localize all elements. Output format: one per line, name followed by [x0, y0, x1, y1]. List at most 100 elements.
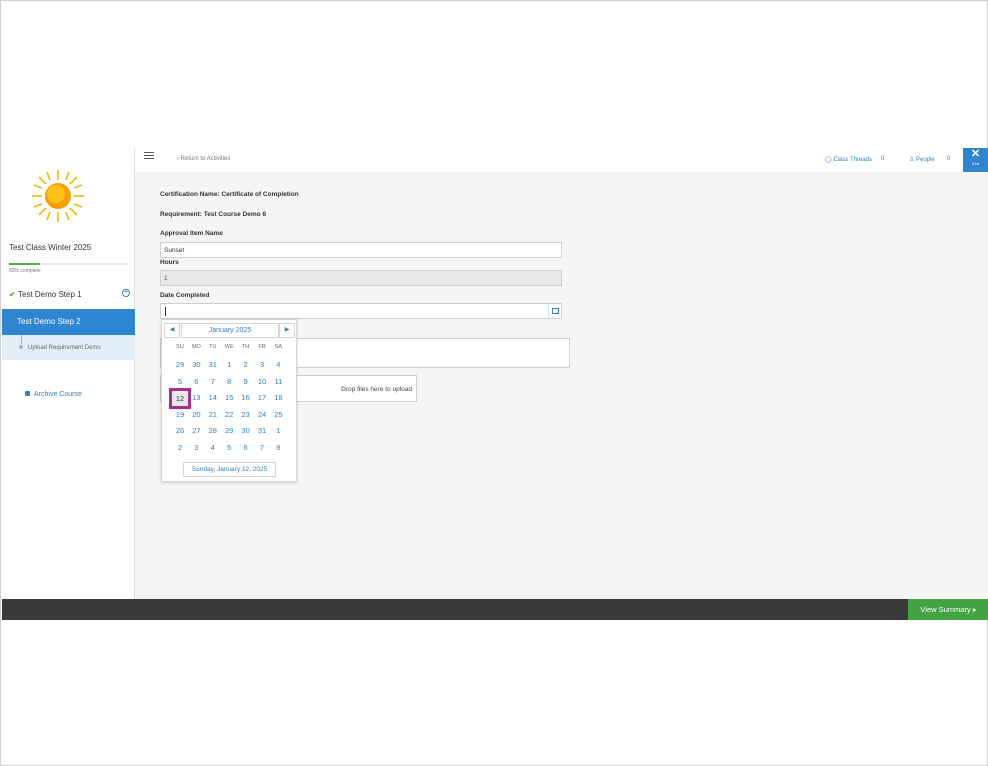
requirement-name: Requirement: Test Course Demo 6 [160, 211, 267, 218]
calendar-day[interactable]: 4 [205, 441, 221, 455]
sidebar-item-step-2[interactable]: Test Demo Step 2 [2, 309, 135, 335]
calendar-day[interactable]: 24 [254, 408, 270, 422]
weekday-label: FR [258, 344, 266, 350]
calendar-day[interactable]: 1 [221, 358, 237, 372]
hours-label: Hours [160, 259, 179, 266]
tree-line [21, 335, 22, 344]
check-icon: ✔ [9, 290, 16, 299]
menu-icon[interactable] [144, 152, 154, 160]
calendar-day[interactable]: 19 [172, 408, 188, 422]
calendar-day[interactable]: 11 [270, 375, 286, 389]
calendar-day[interactable]: 27 [188, 424, 204, 438]
sidebar-item-label: Test Demo Step 1 [18, 290, 82, 299]
calendar-day[interactable]: 6 [238, 441, 254, 455]
today-button[interactable]: Sunday, January 12, 2025 [183, 462, 276, 477]
top-bar: ‹ Return to Activities ◯ Class Threads 0… [135, 148, 988, 172]
weekday-label: SU [176, 344, 184, 350]
caret-right-icon: ▸ [972, 605, 977, 614]
calendar-day[interactable]: 26 [172, 424, 188, 438]
calendar-day[interactable]: 31 [205, 358, 221, 372]
calendar-day[interactable]: 20 [188, 408, 204, 422]
calendar-day[interactable]: 31 [254, 424, 270, 438]
exit-label: Exit [972, 161, 979, 166]
return-to-activities-link[interactable]: ‹ Return to Activities [177, 156, 230, 162]
archive-course-link[interactable]: Archive Course [25, 391, 82, 398]
caret-right-icon: ▶ [284, 327, 290, 333]
exit-button[interactable]: ✕ Exit [963, 148, 988, 172]
calendar-day[interactable]: 13 [188, 391, 204, 405]
calendar-day[interactable]: 17 [254, 391, 270, 405]
approval-item-input[interactable]: Sunset [160, 242, 562, 258]
calendar-day[interactable]: 29 [172, 358, 188, 372]
calendar-day[interactable]: 7 [205, 375, 221, 389]
sidebar-subitem-label: Upload Requirement Demo [28, 345, 101, 351]
weekday-label: TU [209, 344, 217, 350]
sidebar-item-label: Test Demo Step 2 [17, 317, 81, 326]
hours-input[interactable]: 1 [160, 270, 562, 286]
expand-icon[interactable]: + [122, 289, 130, 297]
course-title: Test Class Winter 2025 [9, 243, 92, 252]
calendar-day[interactable]: 5 [172, 375, 188, 389]
sun-icon [32, 170, 84, 222]
calendar-day[interactable]: 9 [238, 375, 254, 389]
people-link[interactable]: ♙ People [909, 156, 935, 163]
calendar-day[interactable]: 30 [238, 424, 254, 438]
calendar-day[interactable]: 3 [188, 441, 204, 455]
calendar-day[interactable]: 16 [238, 391, 254, 405]
weekday-label: TH [241, 344, 250, 350]
view-summary-button[interactable]: View Summary ▸ [908, 599, 988, 620]
caret-left-icon: ◀ [169, 327, 175, 333]
class-threads-link[interactable]: ◯ Class Threads [825, 156, 872, 163]
calendar-day[interactable]: 21 [205, 408, 221, 422]
class-threads-label: Class Threads [833, 157, 872, 163]
sidebar-subitem-upload-requirement[interactable]: Upload Requirement Demo [2, 335, 135, 360]
date-completed-input[interactable] [160, 303, 562, 319]
next-month-button[interactable]: ▶ [279, 323, 295, 338]
app-window: Test Class Winter 2025 50% complete ✔ Te… [0, 0, 988, 766]
sidebar: Test Class Winter 2025 50% complete ✔ Te… [2, 148, 135, 599]
calendar-day[interactable]: 22 [221, 408, 237, 422]
calendar-day[interactable]: 7 [254, 441, 270, 455]
weekday-label: MO [191, 344, 201, 350]
calendar-icon[interactable] [548, 305, 560, 317]
calendar-day[interactable]: 1 [270, 424, 286, 438]
calendar-day[interactable]: 23 [238, 408, 254, 422]
calendar-day[interactable]: 18 [270, 391, 286, 405]
calendar-day[interactable]: 4 [270, 358, 286, 372]
dropzone-text: Drop files here to upload [341, 386, 412, 393]
people-label: People [916, 157, 935, 163]
calendar-day[interactable]: 8 [221, 375, 237, 389]
class-threads-count: 0 [881, 156, 885, 162]
calendar-day[interactable]: 30 [188, 358, 204, 372]
calendar-day[interactable]: 5 [221, 441, 237, 455]
progress-bar [9, 263, 127, 265]
month-title-button[interactable]: January 2025 [181, 323, 279, 338]
close-icon: ✕ [970, 148, 981, 160]
footer-bar: View Summary ▸ [2, 599, 988, 620]
calendar-day[interactable]: 2 [238, 358, 254, 372]
calendar-day[interactable]: 10 [254, 375, 270, 389]
calendar-day[interactable]: 15 [221, 391, 237, 405]
calendar-day[interactable]: 14 [205, 391, 221, 405]
calendar-day[interactable]: 28 [205, 424, 221, 438]
calendar-day[interactable]: 29 [221, 424, 237, 438]
calendar-day[interactable]: 25 [270, 408, 286, 422]
text-cursor [165, 307, 166, 316]
calendar-day[interactable]: 6 [188, 375, 204, 389]
prev-month-button[interactable]: ◀ [164, 323, 180, 338]
return-label: Return to Activities [180, 156, 231, 162]
approval-item-label: Approval Item Name [160, 230, 223, 237]
people-count: 0 [947, 156, 951, 162]
calendar-day[interactable]: 8 [270, 441, 286, 455]
calendar-day[interactable]: 2 [172, 441, 188, 455]
progress-text: 50% complete [9, 268, 41, 274]
calendar-day[interactable]: 3 [254, 358, 270, 372]
sidebar-item-step-1[interactable]: ✔ Test Demo Step 1 + [2, 286, 135, 304]
weekday-label: SA [274, 344, 283, 350]
archive-course-label: Archive Course [34, 391, 82, 398]
person-icon: ♙ [909, 157, 917, 163]
certification-name: Certification Name: Certificate of Compl… [160, 191, 299, 198]
lock-icon [25, 391, 30, 396]
bullet-icon [19, 345, 23, 349]
datepicker: ◀ January 2025 ▶ SU MO TU WE TH FR SA 29 30 31 1 2… [161, 319, 297, 482]
